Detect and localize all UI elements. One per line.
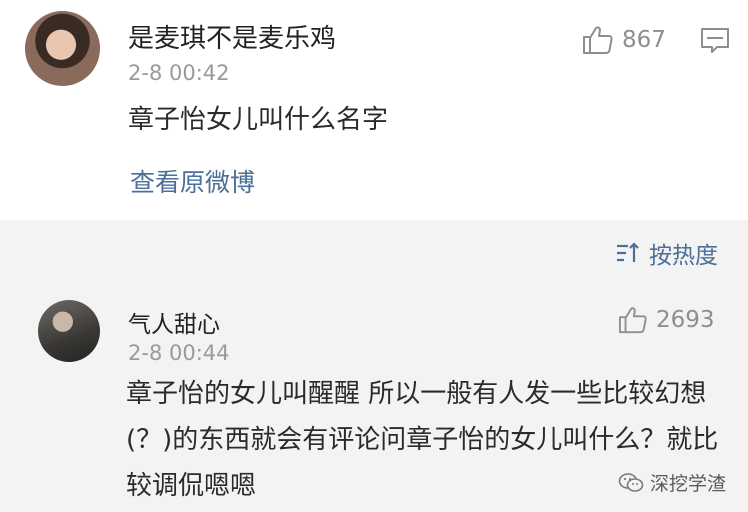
- thumbs-up-icon: [619, 307, 647, 334]
- watermark-text: 深挖学渣: [650, 473, 727, 495]
- sort-label: 按热度: [649, 243, 718, 269]
- sort-button[interactable]: 按热度: [615, 236, 718, 270]
- like-count: 2693: [656, 307, 715, 333]
- username[interactable]: 气人甜心: [128, 305, 220, 339]
- reply-button[interactable]: [700, 27, 730, 59]
- sort-icon: [617, 242, 639, 262]
- comment-time: 2-8 00:44: [128, 341, 230, 365]
- avatar[interactable]: [25, 11, 100, 86]
- comment-text: 章子怡女儿叫什么名字: [128, 105, 389, 135]
- like-count: 867: [622, 27, 666, 53]
- like-button[interactable]: 867: [582, 25, 666, 55]
- like-button[interactable]: 2693: [618, 306, 715, 334]
- watermark: 深挖学渣: [618, 469, 726, 496]
- thumbs-up-icon: [583, 26, 613, 54]
- username[interactable]: 是麦琪不是麦乐鸡: [128, 18, 336, 55]
- comment-icon: [701, 28, 729, 53]
- avatar[interactable]: [38, 300, 100, 362]
- comment-time: 2-8 00:42: [128, 61, 230, 85]
- wechat-icon: [618, 472, 644, 492]
- view-original-weibo-link[interactable]: 查看原微博: [130, 163, 255, 199]
